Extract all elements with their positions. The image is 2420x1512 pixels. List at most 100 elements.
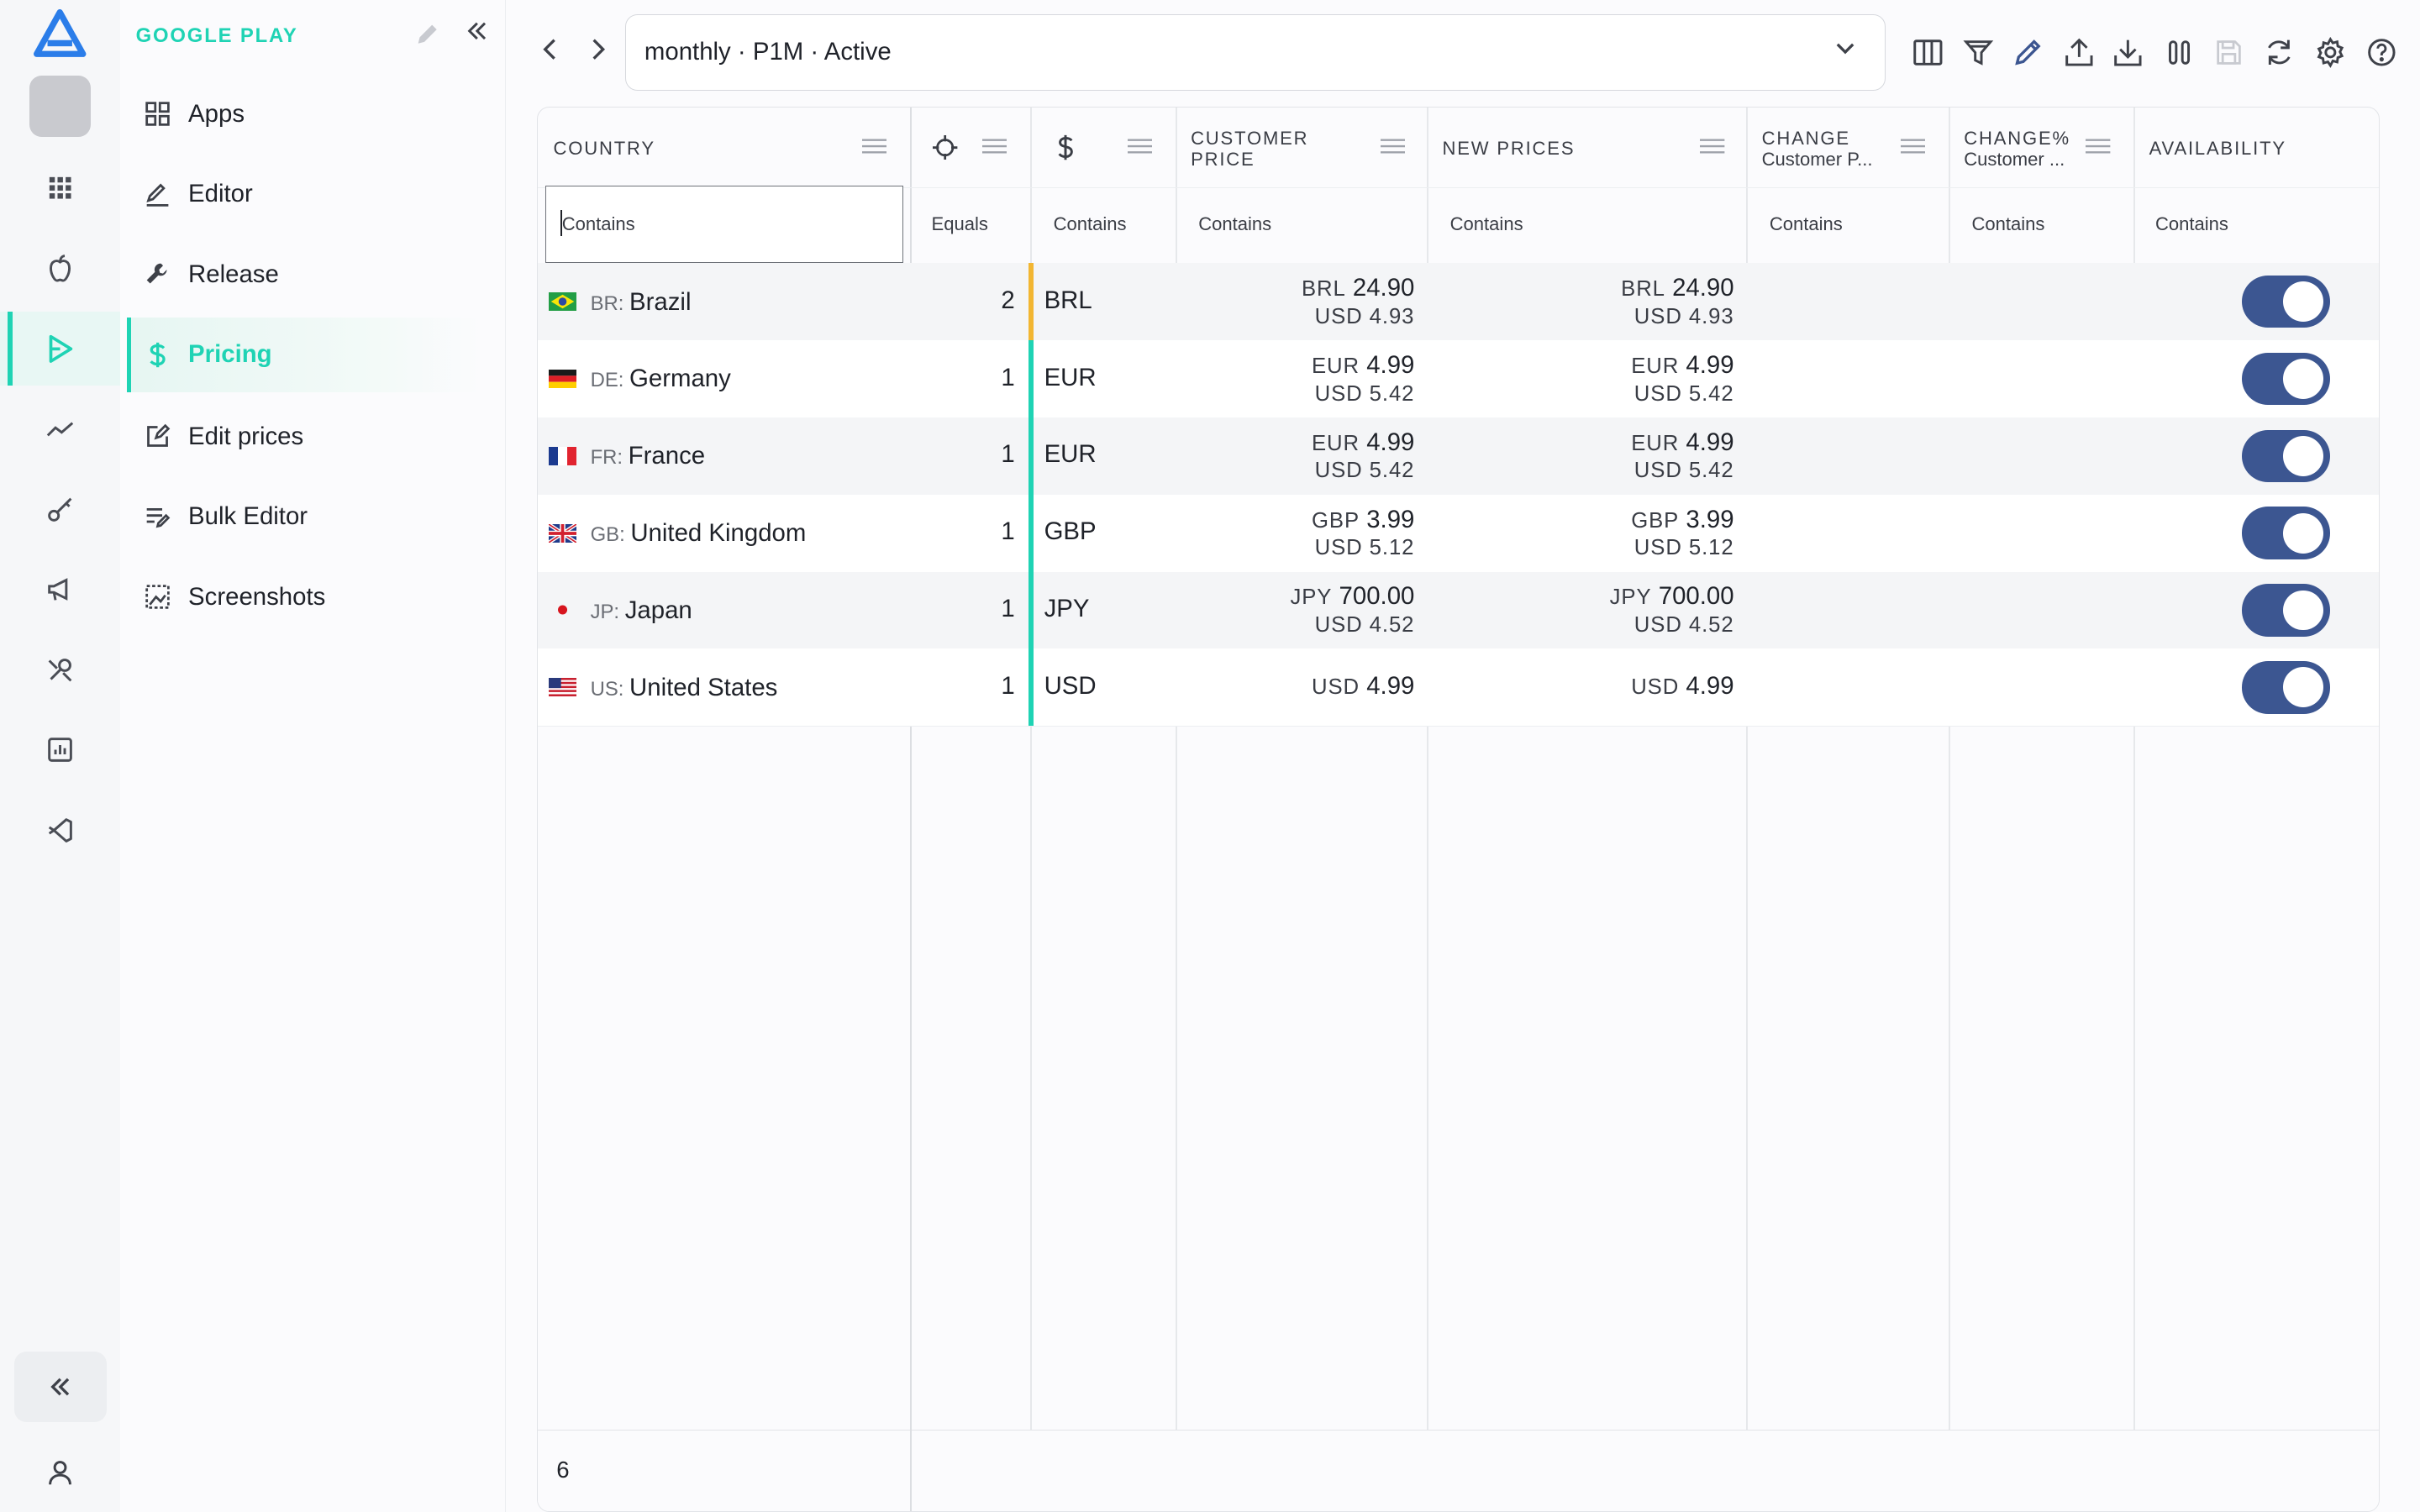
app-avatar[interactable] — [29, 75, 92, 138]
table-row[interactable]: US: United States 1 USD USD 4.99 USD 4.9… — [538, 648, 2380, 727]
currency-filter-input[interactable]: Contains — [1030, 187, 1176, 263]
availability-toggle[interactable] — [2241, 584, 2330, 637]
country-cell[interactable]: GB: United Kingdom — [538, 495, 910, 572]
customer-price-cell[interactable]: JPY 700.00 USD 4.52 — [1176, 572, 1427, 649]
column-menu-icon[interactable] — [1700, 137, 1725, 155]
new-price-cell[interactable]: GBP 3.99 USD 5.12 — [1427, 495, 1746, 572]
chart-icon[interactable] — [0, 713, 120, 787]
country-cell[interactable]: JP: Japan — [538, 572, 910, 649]
country-cell[interactable]: BR: Brazil — [538, 263, 910, 340]
user-icon[interactable] — [29, 1441, 91, 1502]
nav-collapse-icon[interactable] — [466, 20, 488, 42]
table-row[interactable]: GB: United Kingdom 1 GBP GBP 3.99 USD 5.1… — [538, 494, 2380, 573]
pause-columns-icon[interactable] — [2162, 35, 2196, 69]
customer-price-cell[interactable]: EUR 4.99 USD 5.42 — [1176, 417, 1427, 495]
customer-price-cell[interactable]: BRL 24.90 USD 4.93 — [1176, 263, 1427, 340]
apple-icon[interactable] — [0, 232, 120, 306]
settings-icon[interactable] — [2313, 35, 2347, 69]
play-icon[interactable] — [0, 312, 121, 386]
table-row[interactable]: FR: France 1 EUR EUR 4.99 USD 5.42 EUR 4.… — [538, 417, 2380, 496]
tools-icon[interactable] — [0, 633, 120, 706]
count-cell[interactable]: 1 — [910, 572, 1030, 649]
column-menu-icon[interactable] — [1380, 137, 1406, 155]
apps-grid-icon[interactable] — [0, 151, 120, 225]
currency-cell[interactable]: JPY — [1030, 572, 1176, 649]
column-header-availability[interactable]: AVAILABILITY — [2133, 108, 2379, 188]
customer-price-cell[interactable]: EUR 4.99 USD 5.42 — [1176, 340, 1427, 417]
new-price-cell[interactable]: USD 4.99 — [1427, 648, 1746, 726]
count-cell[interactable]: 1 — [910, 340, 1030, 417]
count-cell[interactable]: 1 — [910, 417, 1030, 495]
back-arrow-icon[interactable] — [542, 37, 557, 61]
refresh-icon[interactable] — [2263, 35, 2296, 69]
table-row[interactable]: DE: Germany 1 EUR EUR 4.99 USD 5.42 EUR 4… — [538, 340, 2380, 418]
nav-item-screenshots[interactable]: Screenshots — [127, 560, 481, 634]
availability-toggle[interactable] — [2241, 352, 2330, 406]
currency-cell[interactable]: GBP — [1030, 495, 1176, 572]
nav-item-release[interactable]: Release — [127, 238, 481, 312]
availability-toggle[interactable] — [2241, 661, 2330, 714]
customer-price-cell[interactable]: USD 4.99 — [1176, 648, 1427, 726]
product-selector[interactable]: monthly · P1M · Active — [624, 13, 1886, 92]
currency-cell[interactable]: EUR — [1030, 417, 1176, 495]
download-icon[interactable] — [2112, 35, 2145, 69]
column-menu-icon[interactable] — [982, 137, 1007, 155]
columns-icon[interactable] — [1911, 35, 1944, 69]
column-header-change-pct[interactable]: CHANGE% Customer ... — [1949, 108, 2133, 188]
column-header-currency[interactable] — [1030, 108, 1176, 188]
forward-arrow-icon[interactable] — [591, 37, 606, 61]
column-menu-icon[interactable] — [2086, 137, 2111, 155]
country-cell[interactable]: US: United States — [538, 648, 910, 726]
pencil-icon[interactable] — [2011, 35, 2044, 69]
count-cell[interactable]: 1 — [910, 648, 1030, 726]
change-pct-filter-input[interactable]: Contains — [1949, 187, 2133, 263]
key-icon[interactable] — [0, 472, 120, 546]
save-icon[interactable] — [2212, 35, 2245, 69]
currency-cell[interactable]: BRL — [1030, 263, 1176, 340]
pencil-icon[interactable] — [415, 22, 439, 46]
table-row[interactable]: JP: Japan 1 JPY JPY 700.00 USD 4.52 JPY 7… — [538, 571, 2380, 650]
column-menu-icon[interactable] — [1127, 137, 1153, 155]
nav-item-editor[interactable]: Editor — [127, 157, 481, 231]
nav-item-pricing[interactable]: Pricing — [126, 318, 482, 392]
count-cell[interactable]: 2 — [910, 263, 1030, 340]
count-filter-input[interactable]: Equals — [910, 187, 1030, 263]
rail-collapse-button[interactable] — [13, 1351, 107, 1423]
column-header-new-prices[interactable]: NEW PRICES — [1427, 108, 1746, 188]
column-header-country[interactable]: COUNTRY — [538, 108, 910, 188]
table-row[interactable]: BR: Brazil 2 BRL BRL 24.90 USD 4.93 BRL 2… — [538, 263, 2380, 342]
filter-icon[interactable] — [1961, 35, 1995, 69]
availability-toggle[interactable] — [2241, 275, 2330, 328]
new-prices-filter-input[interactable]: Contains — [1427, 187, 1746, 263]
count-cell[interactable]: 1 — [910, 495, 1030, 572]
nav-item-apps[interactable]: Apps — [127, 77, 481, 151]
megaphone-icon[interactable] — [0, 553, 120, 627]
availability-toggle[interactable] — [2241, 429, 2330, 483]
country-cell[interactable]: FR: France — [538, 417, 910, 495]
country-cell[interactable]: DE: Germany — [538, 340, 910, 417]
column-menu-icon[interactable] — [861, 137, 887, 155]
column-header-count[interactable] — [910, 108, 1030, 188]
country-filter-input[interactable]: Contains — [545, 186, 904, 264]
upload-icon[interactable] — [2062, 35, 2096, 69]
new-price-cell[interactable]: JPY 700.00 USD 4.52 — [1427, 572, 1746, 649]
customer-price-cell[interactable]: GBP 3.99 USD 5.12 — [1176, 495, 1427, 572]
new-price-cell[interactable]: BRL 24.90 USD 4.93 — [1427, 263, 1746, 340]
availability-filter-input[interactable]: Contains — [2133, 187, 2379, 263]
new-price-cell[interactable]: EUR 4.99 USD 5.42 — [1427, 417, 1746, 495]
trend-icon[interactable] — [0, 392, 120, 466]
currency-cell[interactable]: USD — [1030, 648, 1176, 726]
nav-item-bulk-editor[interactable]: Bulk Editor — [127, 480, 481, 554]
currency-cell[interactable]: EUR — [1030, 340, 1176, 417]
column-header-customer-price[interactable]: CUSTOMER PRICE — [1176, 108, 1427, 188]
change-filter-input[interactable]: Contains — [1746, 187, 1949, 263]
new-price-cell[interactable]: EUR 4.99 USD 5.42 — [1427, 340, 1746, 417]
vscode-icon[interactable] — [0, 793, 120, 867]
availability-toggle[interactable] — [2241, 507, 2330, 559]
nav-item-edit-prices[interactable]: Edit prices — [127, 400, 481, 474]
column-menu-icon[interactable] — [1900, 137, 1926, 155]
help-icon[interactable] — [2365, 35, 2398, 69]
column-header-change[interactable]: CHANGE Customer P... — [1746, 108, 1949, 188]
app-logo-icon[interactable] — [34, 9, 87, 59]
customer-price-filter-input[interactable]: Contains — [1176, 187, 1427, 263]
